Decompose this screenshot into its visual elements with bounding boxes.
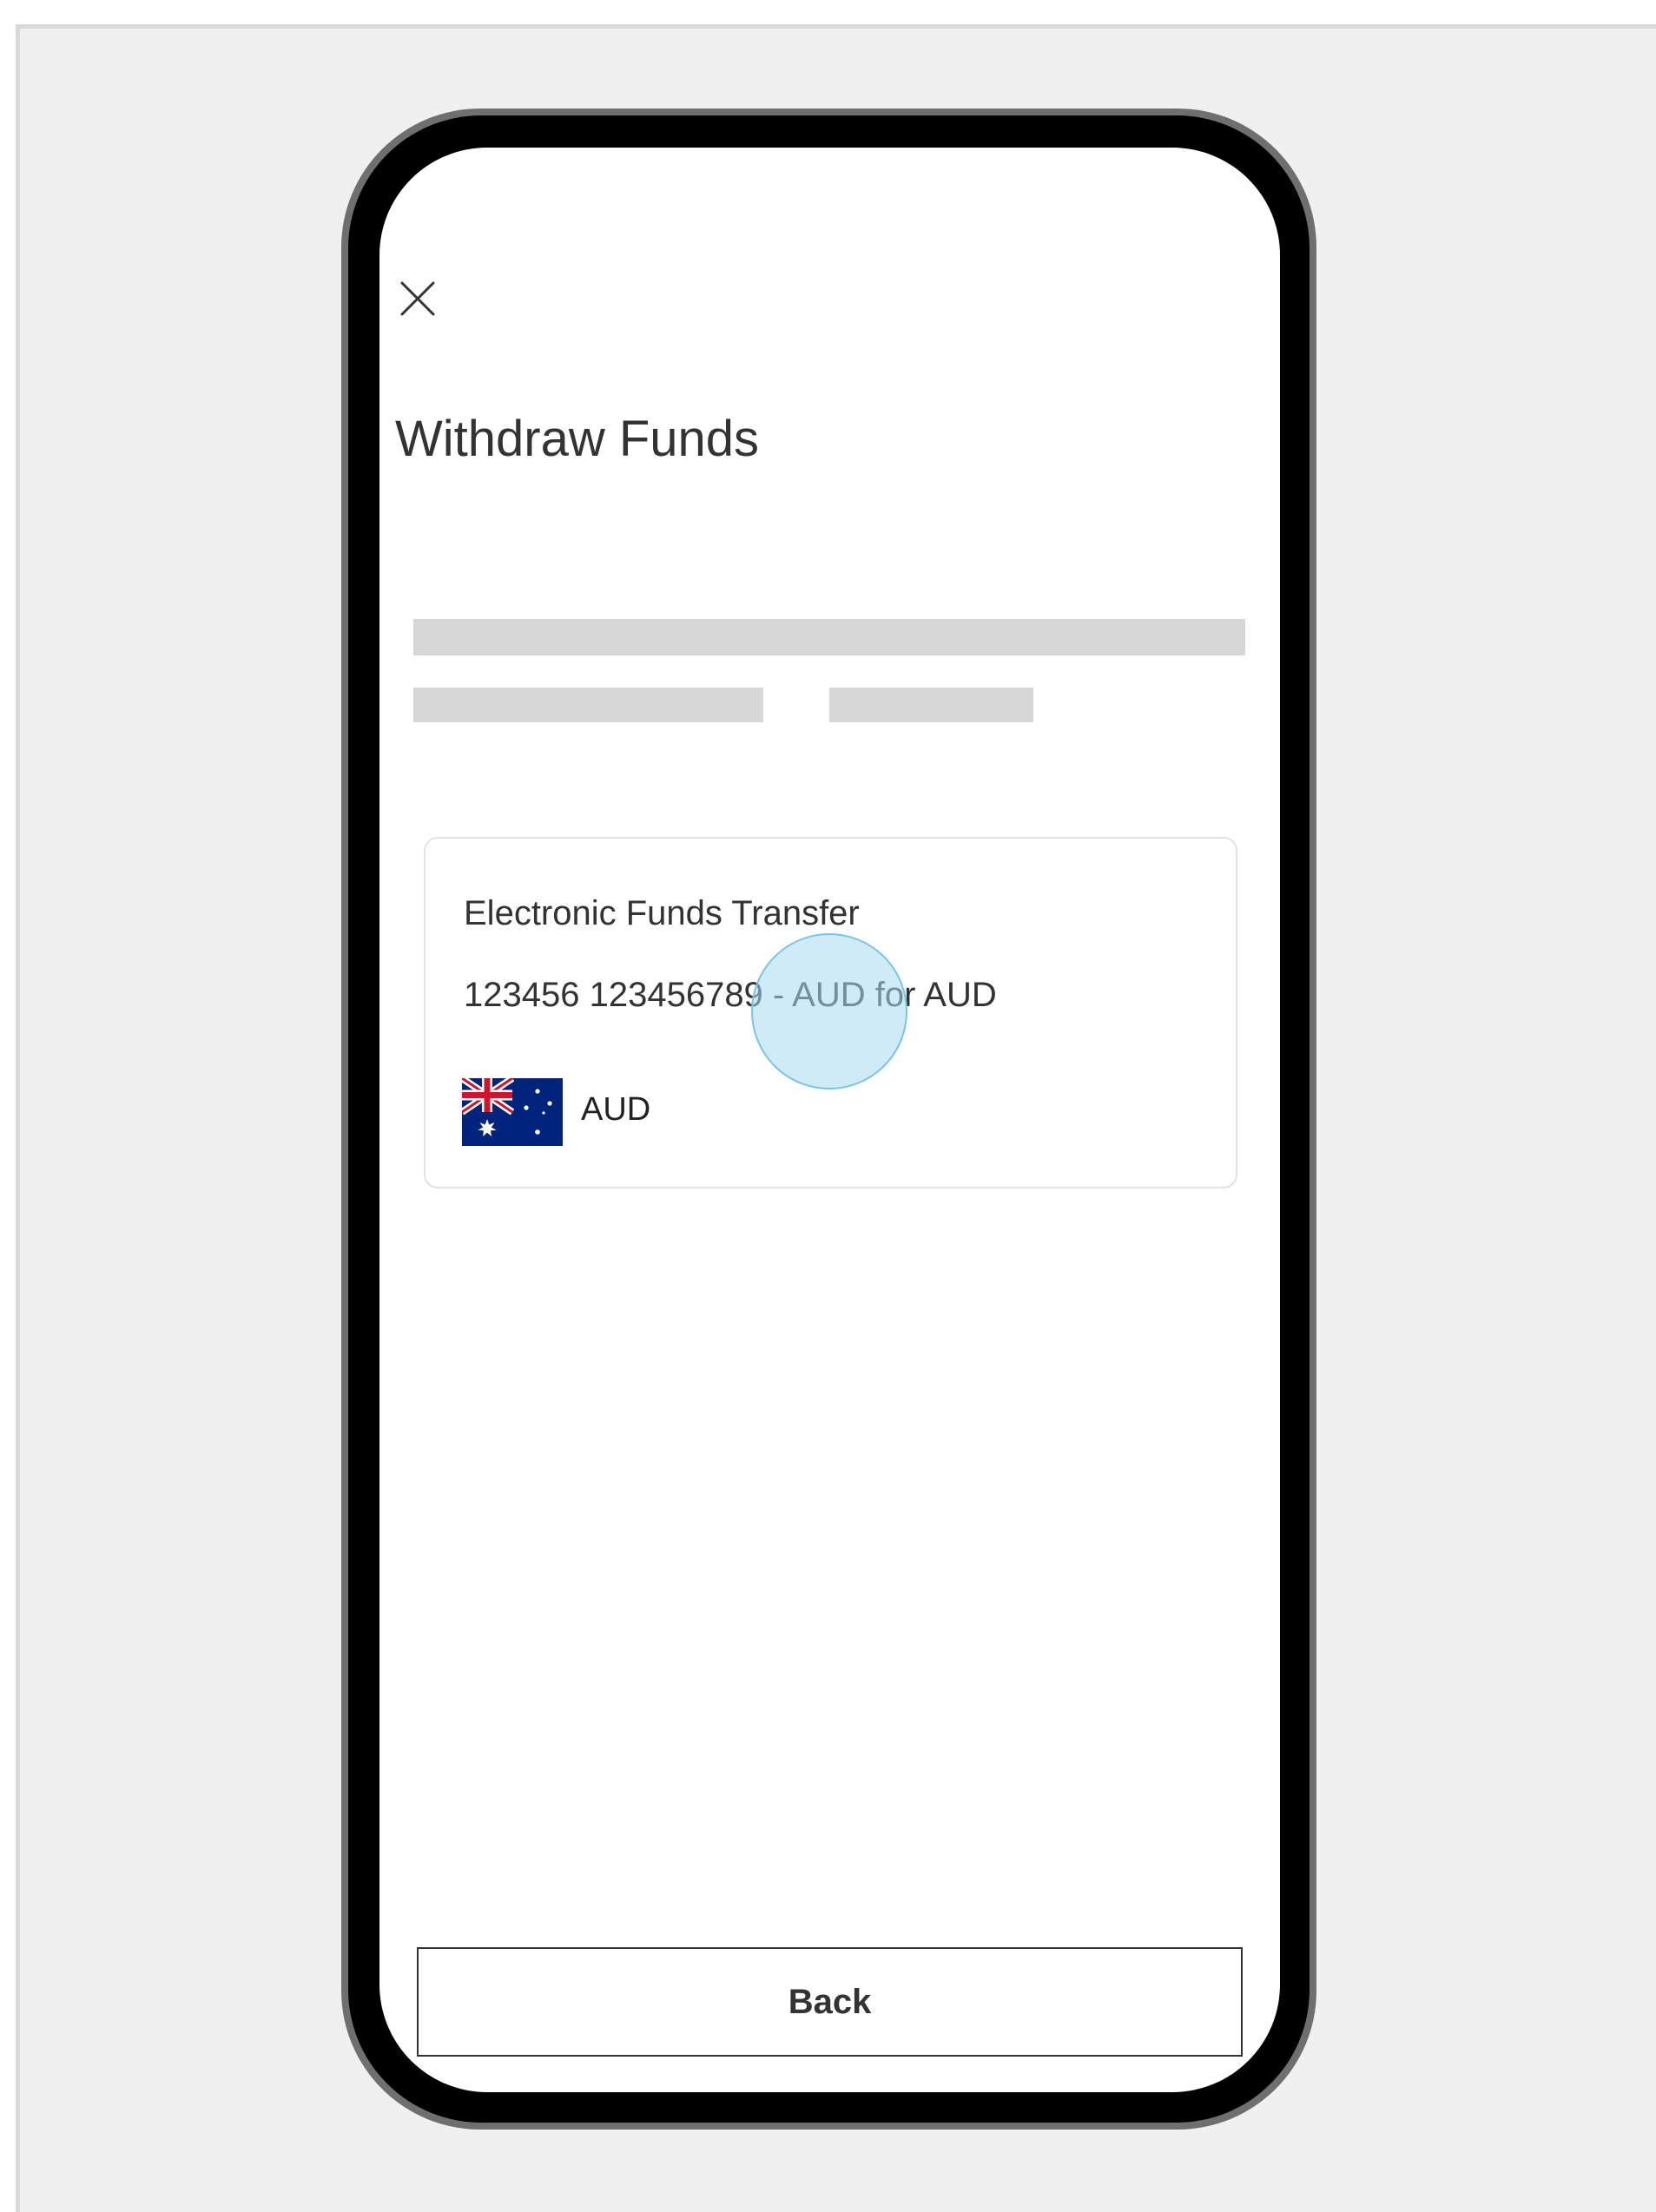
back-button[interactable]: Back	[417, 1947, 1243, 2057]
close-icon	[400, 281, 435, 316]
currency-label: AUD	[581, 1091, 651, 1128]
close-button[interactable]	[397, 278, 439, 319]
payment-method-account: 123456 123456789 - AUD for AUD	[464, 976, 997, 1014]
phone-screen: Withdraw Funds Electronic Funds Transfer…	[379, 148, 1280, 2092]
australia-flag-icon	[462, 1078, 563, 1146]
page-title: Withdraw Funds	[395, 411, 760, 467]
payment-method-name: Electronic Funds Transfer	[464, 894, 860, 932]
loading-skeleton-line	[413, 688, 763, 722]
loading-skeleton-line	[829, 688, 1033, 722]
touch-indicator	[751, 933, 907, 1090]
loading-skeleton-line	[413, 619, 1245, 655]
